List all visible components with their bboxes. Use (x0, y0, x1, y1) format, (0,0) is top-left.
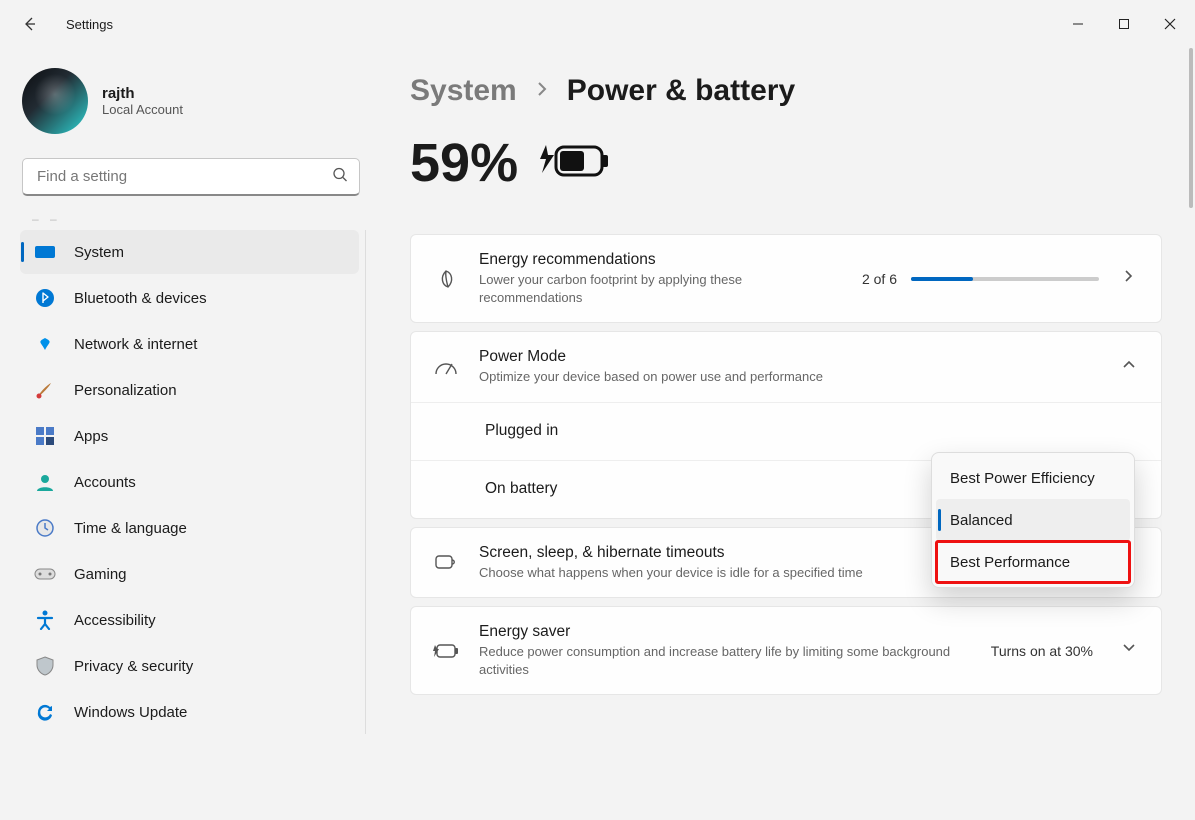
chevron-right-icon (1119, 269, 1139, 288)
minimize-icon (1072, 18, 1084, 30)
chevron-right-icon (535, 79, 549, 104)
apps-icon (34, 425, 56, 447)
accounts-icon (34, 471, 56, 493)
breadcrumb-parent[interactable]: System (410, 74, 517, 108)
sleep-icon (433, 552, 459, 572)
account-type: Local Account (102, 102, 183, 117)
breadcrumb: System Power & battery (410, 74, 1163, 108)
sidebar-item-network[interactable]: Network & internet (20, 322, 359, 366)
scrollbar-thumb[interactable] (1189, 48, 1193, 208)
sidebar-item-label: Personalization (74, 382, 177, 399)
username: rajth (102, 85, 183, 102)
sidebar-item-label: Windows Update (74, 704, 187, 721)
battery-saver-icon (433, 642, 459, 660)
card-title: Power Mode (479, 348, 1099, 366)
option-label: Best Performance (950, 554, 1070, 571)
search-container (22, 158, 360, 196)
sub-row-label: Plugged in (485, 422, 558, 440)
sidebar-item-apps[interactable]: Apps (20, 414, 359, 458)
profile[interactable]: rajth Local Account (20, 68, 366, 134)
sub-row-label: On battery (485, 480, 557, 498)
close-button[interactable] (1147, 4, 1193, 44)
arrow-left-icon (22, 16, 38, 32)
sidebar-item-bluetooth[interactable]: Bluetooth & devices (20, 276, 359, 320)
progress-label: 2 of 6 (862, 271, 897, 287)
leaf-icon (433, 268, 459, 290)
card-energy-recommendations[interactable]: Energy recommendations Lower your carbon… (410, 234, 1162, 323)
sidebar-item-label: Time & language (74, 520, 187, 537)
energy-progress: 2 of 6 (862, 271, 1099, 287)
sidebar-item-label: Bluetooth & devices (74, 290, 207, 307)
main-content: System Power & battery 59% (370, 48, 1195, 820)
vertical-scrollbar[interactable] (1187, 48, 1195, 820)
sidebar-item-label: Network & internet (74, 336, 197, 353)
wifi-icon (34, 333, 56, 355)
saver-value: Turns on at 30% (991, 643, 1093, 659)
sidebar-item-label: Accounts (74, 474, 136, 491)
sidebar-item-label: Privacy & security (74, 658, 193, 675)
dropdown-option-balanced[interactable]: Balanced (936, 499, 1130, 541)
sidebar: rajth Local Account – – System Bl (0, 48, 370, 820)
sidebar-item-personalization[interactable]: Personalization (20, 368, 359, 412)
sidebar-item-privacy[interactable]: Privacy & security (20, 644, 359, 688)
sidebar-item-gaming[interactable]: Gaming (20, 552, 359, 596)
avatar (22, 68, 88, 134)
maximize-button[interactable] (1101, 4, 1147, 44)
gauge-icon (433, 358, 459, 376)
nav-overflow-top: – – (20, 210, 366, 230)
battery-charging-icon (540, 139, 610, 188)
sidebar-item-label: System (74, 244, 124, 261)
gaming-icon (34, 563, 56, 585)
sidebar-item-label: Apps (74, 428, 108, 445)
card-subtitle: Optimize your device based on power use … (479, 368, 979, 386)
chevron-down-icon (1119, 641, 1139, 660)
power-mode-dropdown: Best Power Efficiency Balanced Best Perf… (931, 452, 1135, 588)
sidebar-item-accounts[interactable]: Accounts (20, 460, 359, 504)
card-title: Energy saver (479, 623, 971, 641)
chevron-up-icon (1119, 357, 1139, 376)
window-title: Settings (66, 17, 113, 32)
sidebar-nav: System Bluetooth & devices Network & int… (20, 230, 366, 734)
progress-bar (911, 277, 1099, 281)
sidebar-item-label: Gaming (74, 566, 127, 583)
system-icon (34, 241, 56, 263)
shield-icon (34, 655, 56, 677)
option-label: Best Power Efficiency (950, 470, 1095, 487)
sidebar-item-time[interactable]: Time & language (20, 506, 359, 550)
window-controls (1055, 4, 1193, 44)
clock-icon (34, 517, 56, 539)
battery-status: 59% (410, 132, 1163, 194)
accessibility-icon (34, 609, 56, 631)
sidebar-item-update[interactable]: Windows Update (20, 690, 359, 734)
back-button[interactable] (10, 4, 50, 44)
card-subtitle: Choose what happens when your device is … (479, 564, 979, 582)
update-icon (34, 701, 56, 723)
brush-icon (34, 379, 56, 401)
card-title: Energy recommendations (479, 251, 842, 269)
search-input[interactable] (22, 158, 360, 196)
minimize-button[interactable] (1055, 4, 1101, 44)
search-icon (332, 167, 348, 188)
sidebar-item-system[interactable]: System (20, 230, 359, 274)
card-energy-saver[interactable]: Energy saver Reduce power consumption an… (410, 606, 1162, 695)
maximize-icon (1118, 18, 1130, 30)
power-mode-header[interactable]: Power Mode Optimize your device based on… (411, 332, 1161, 402)
page-title: Power & battery (567, 74, 795, 108)
bluetooth-icon (34, 287, 56, 309)
close-icon (1164, 18, 1176, 30)
battery-percent: 59% (410, 132, 518, 194)
option-label: Balanced (950, 512, 1013, 529)
power-mode-plugged-in[interactable]: Plugged in (411, 402, 1161, 460)
titlebar: Settings (0, 0, 1195, 48)
sidebar-item-label: Accessibility (74, 612, 156, 629)
card-subtitle: Reduce power consumption and increase ba… (479, 643, 971, 678)
card-subtitle: Lower your carbon footprint by applying … (479, 271, 842, 306)
dropdown-option-performance[interactable]: Best Performance (936, 541, 1130, 583)
dropdown-option-efficiency[interactable]: Best Power Efficiency (936, 457, 1130, 499)
sidebar-item-accessibility[interactable]: Accessibility (20, 598, 359, 642)
